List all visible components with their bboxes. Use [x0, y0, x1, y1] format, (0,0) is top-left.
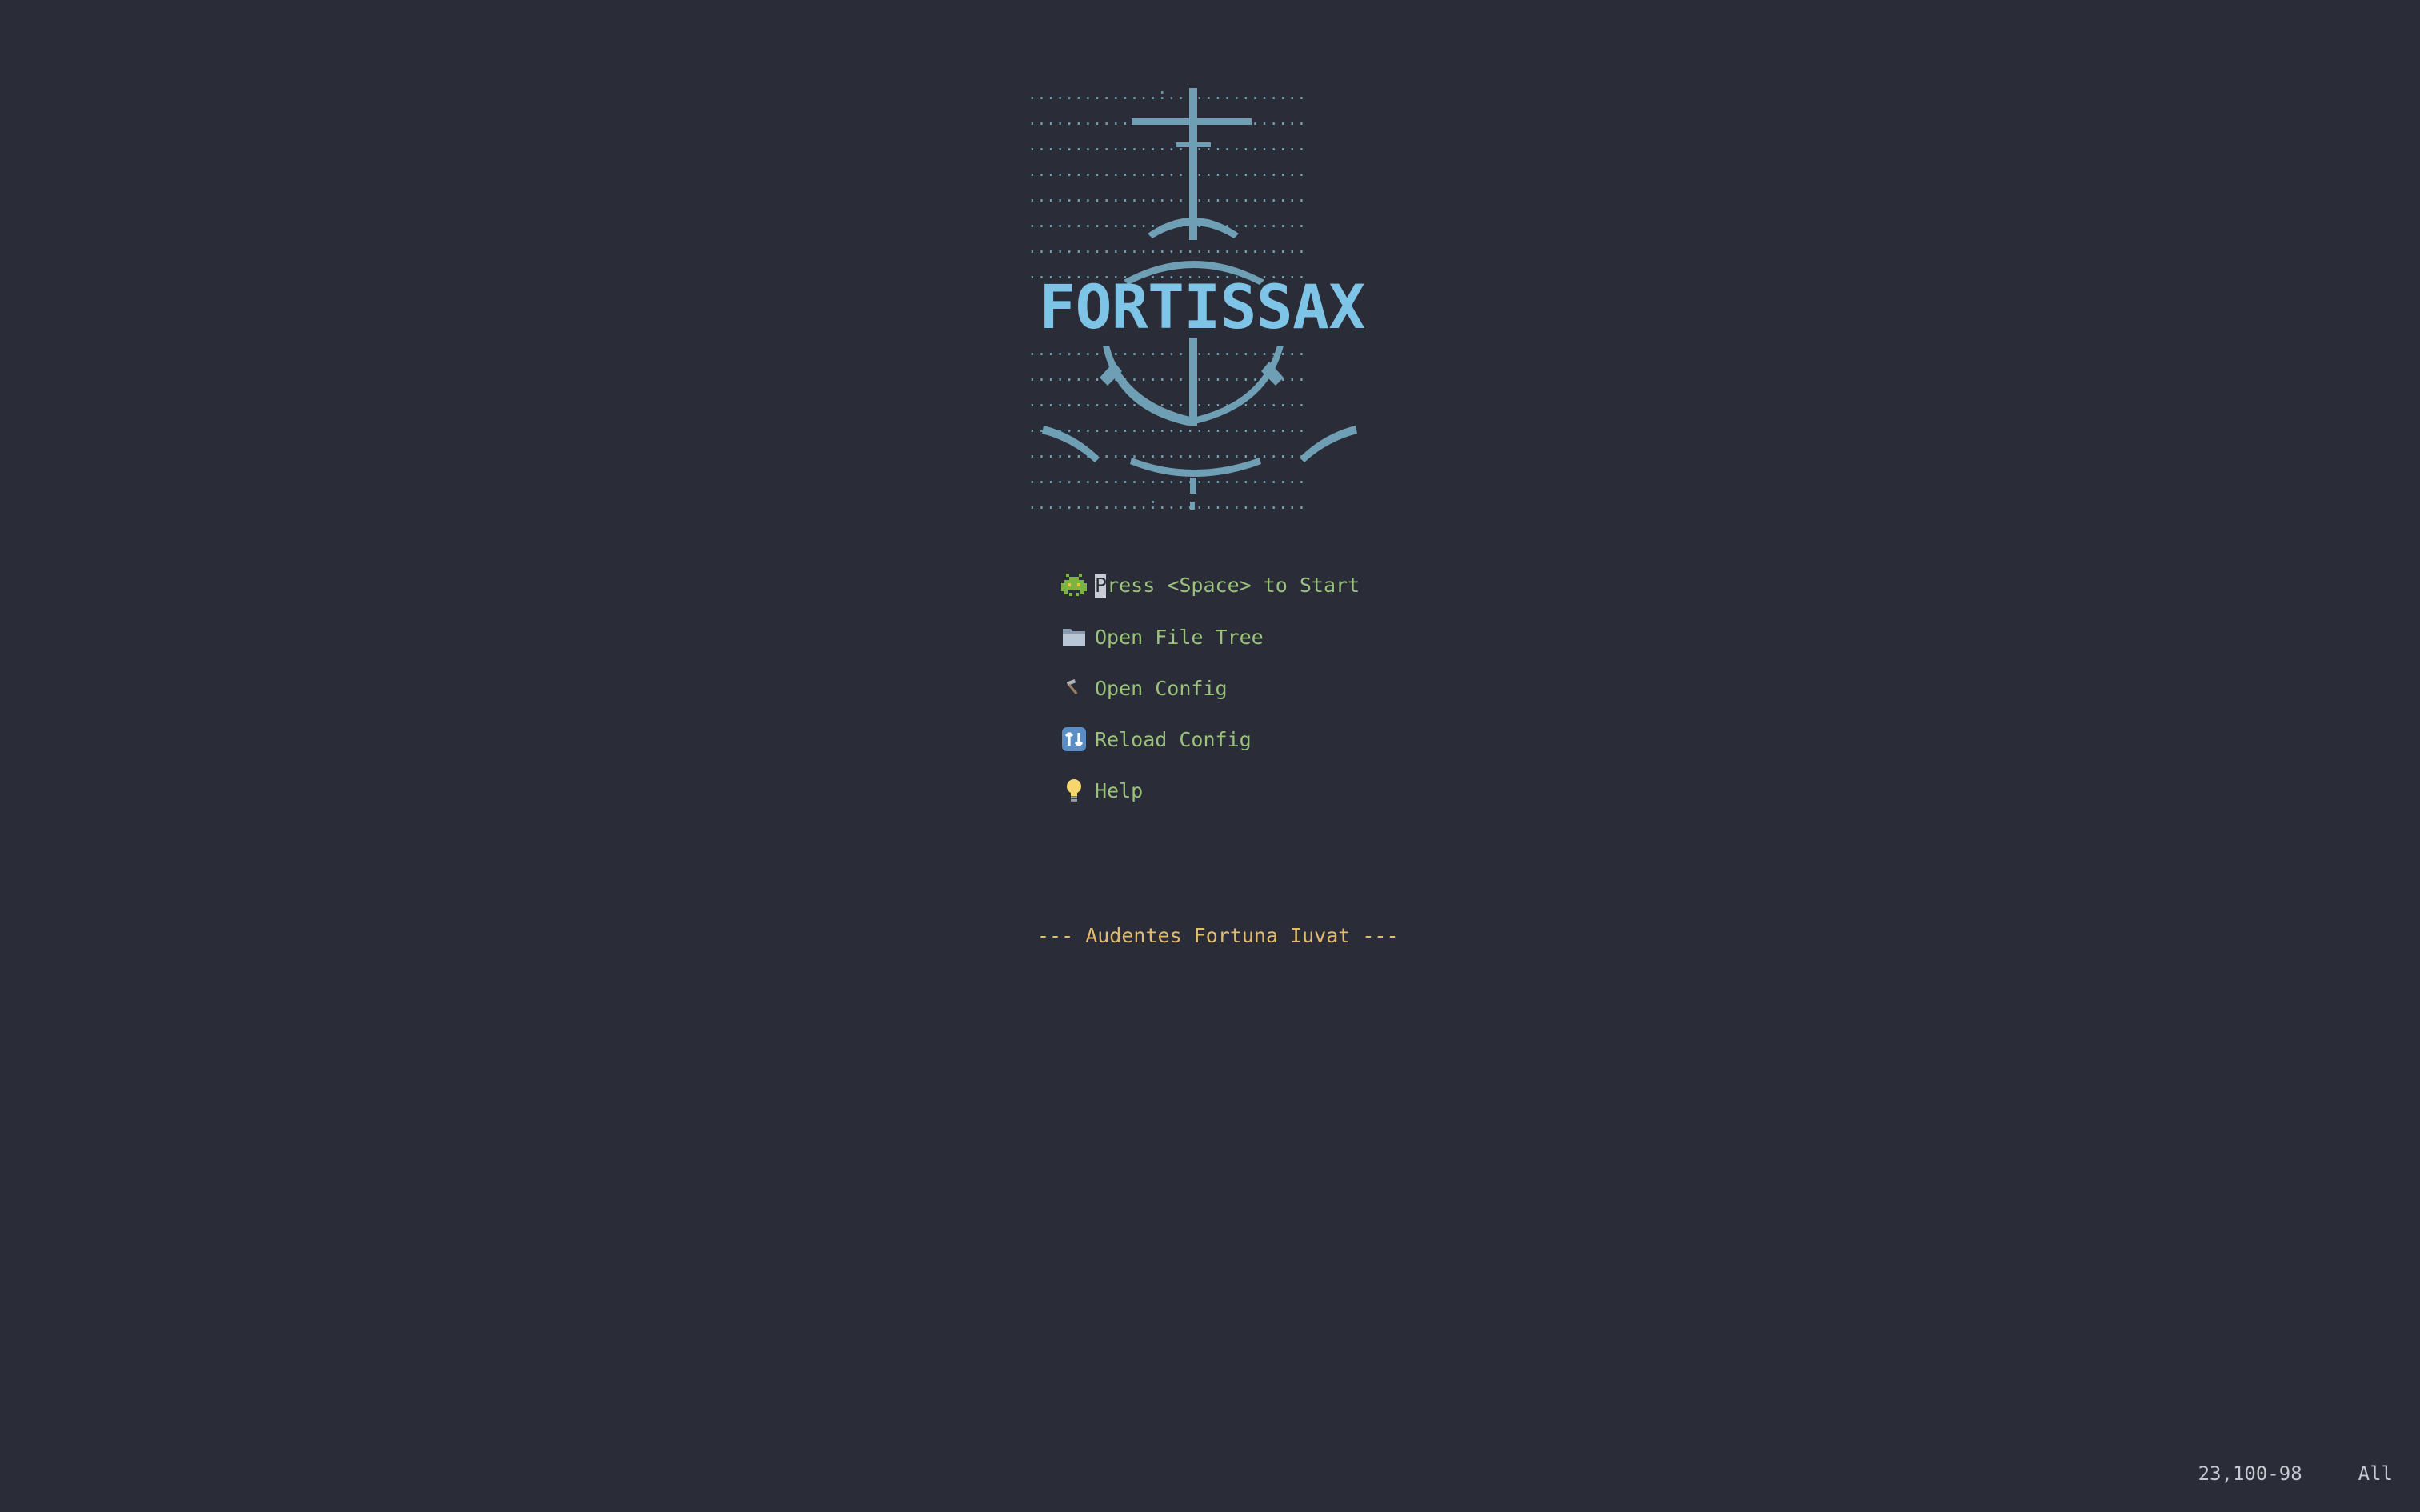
menu-item-label: Help	[1095, 778, 1144, 802]
start-label-text: Press <Space> to Start	[1095, 574, 1360, 597]
cursor-position: 23,100-98	[2198, 1462, 2302, 1485]
menu-item-label: Reload Config	[1095, 727, 1252, 751]
fortissax-logo-art: ..............:............... .........…	[1028, 82, 1372, 514]
menu-item-label: Open Config	[1095, 676, 1228, 700]
menu-item-start[interactable]: Press <Space> to Start	[1058, 560, 1426, 611]
logo-title: FORTISSAX	[1039, 271, 1365, 342]
folder-icon	[1058, 621, 1090, 653]
scroll-indicator: All	[2358, 1462, 2393, 1485]
menu-item-open-config[interactable]: Open Config	[1058, 662, 1426, 714]
menu-item-label: Open File Tree	[1095, 625, 1264, 649]
menu-item-reload-config[interactable]: Reload Config	[1058, 714, 1426, 765]
cursor-char: P	[1095, 573, 1108, 597]
start-label-rest: ress <Space> to Start	[1107, 573, 1360, 597]
dashboard-footer-quote: --- Audentes Fortuna Iuvat ---	[1037, 924, 1399, 947]
lightbulb-icon	[1058, 774, 1090, 806]
menu-item-file-tree[interactable]: Open File Tree	[1058, 611, 1426, 662]
editor-dashboard: ..............:............... .........…	[0, 0, 2420, 1512]
menu-item-label: Press <Space> to Start	[1095, 574, 1360, 598]
alien-monster-icon	[1058, 570, 1090, 602]
start-menu: Press <Space> to Start Open File Tree Op…	[1058, 560, 1426, 816]
statusline: 23,100-98 All	[2198, 1462, 2393, 1485]
reload-icon	[1058, 723, 1090, 755]
menu-item-help[interactable]: Help	[1058, 765, 1426, 816]
hammer-icon	[1058, 672, 1090, 704]
